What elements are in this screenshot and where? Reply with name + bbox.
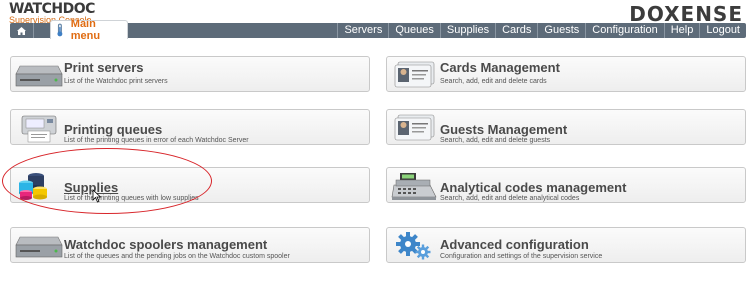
tab-main-menu[interactable]: Main menu <box>50 18 128 42</box>
card-spoolers[interactable]: Watchdoc spoolers management List of the… <box>10 227 370 263</box>
nav-cards[interactable]: Cards <box>495 23 537 38</box>
thermometer-menu-icon <box>57 23 63 37</box>
printing-queues-desc: List of the printing queues in error of … <box>64 137 249 144</box>
cards-management-desc: Search, add, edit and delete cards <box>440 78 547 85</box>
id-cards-icon <box>394 61 435 88</box>
card-cards-management[interactable]: Cards Management Search, add, edit and d… <box>386 56 746 92</box>
printing-queues-title: Printing queues <box>64 122 163 137</box>
print-servers-desc: List of the Watchdoc print servers <box>64 78 168 85</box>
cash-register-icon <box>391 173 437 200</box>
main-menubar: Main menu Servers Queues Supplies Cards … <box>10 18 746 42</box>
card-guests-management[interactable]: Guests Management Search, add, edit and … <box>386 109 746 145</box>
spoolers-desc: List of the queues and the pending jobs … <box>64 253 290 260</box>
supplies-desc: List of the printing queues with low sup… <box>64 195 199 202</box>
nav-supplies[interactable]: Supplies <box>439 23 495 38</box>
server-icon <box>15 236 63 258</box>
printer-icon <box>21 115 57 143</box>
nav-help[interactable]: Help <box>663 23 700 38</box>
top-nav: Servers Queues Supplies Cards Guests Con… <box>337 23 746 38</box>
advanced-config-title: Advanced configuration <box>440 237 589 252</box>
spoolers-title: Watchdoc spoolers management <box>64 237 268 252</box>
card-analytical-codes[interactable]: Analytical codes management Search, add,… <box>386 167 746 203</box>
card-supplies[interactable]: Supplies List of the printing queues wit… <box>10 167 370 203</box>
analytical-codes-title: Analytical codes management <box>440 180 627 195</box>
nav-queues[interactable]: Queues <box>388 23 440 38</box>
home-icon <box>17 26 26 35</box>
card-print-servers[interactable]: Print servers List of the Watchdoc print… <box>10 56 370 92</box>
card-advanced-configuration[interactable]: Advanced configuration Configuration and… <box>386 227 746 263</box>
guests-management-desc: Search, add, edit and delete guests <box>440 137 551 144</box>
print-server-icon <box>15 65 63 87</box>
home-button[interactable] <box>10 23 34 38</box>
nav-guests[interactable]: Guests <box>537 23 585 38</box>
cards-management-title: Cards Management <box>440 60 560 75</box>
id-cards-icon <box>394 114 435 141</box>
nav-configuration[interactable]: Configuration <box>585 23 663 38</box>
advanced-config-desc: Configuration and settings of the superv… <box>440 253 603 260</box>
main-menu-label: Main menu <box>70 18 101 42</box>
guests-management-title: Guests Management <box>440 122 568 137</box>
card-printing-queues[interactable]: Printing queues List of the printing que… <box>10 109 370 145</box>
toner-supplies-icon <box>19 173 47 200</box>
nav-logout[interactable]: Logout <box>699 23 746 38</box>
print-servers-title: Print servers <box>64 60 144 75</box>
analytical-codes-desc: Search, add, edit and delete analytical … <box>440 195 580 202</box>
gears-icon <box>396 232 431 260</box>
mouse-cursor-icon <box>92 189 102 203</box>
nav-servers[interactable]: Servers <box>337 23 388 38</box>
